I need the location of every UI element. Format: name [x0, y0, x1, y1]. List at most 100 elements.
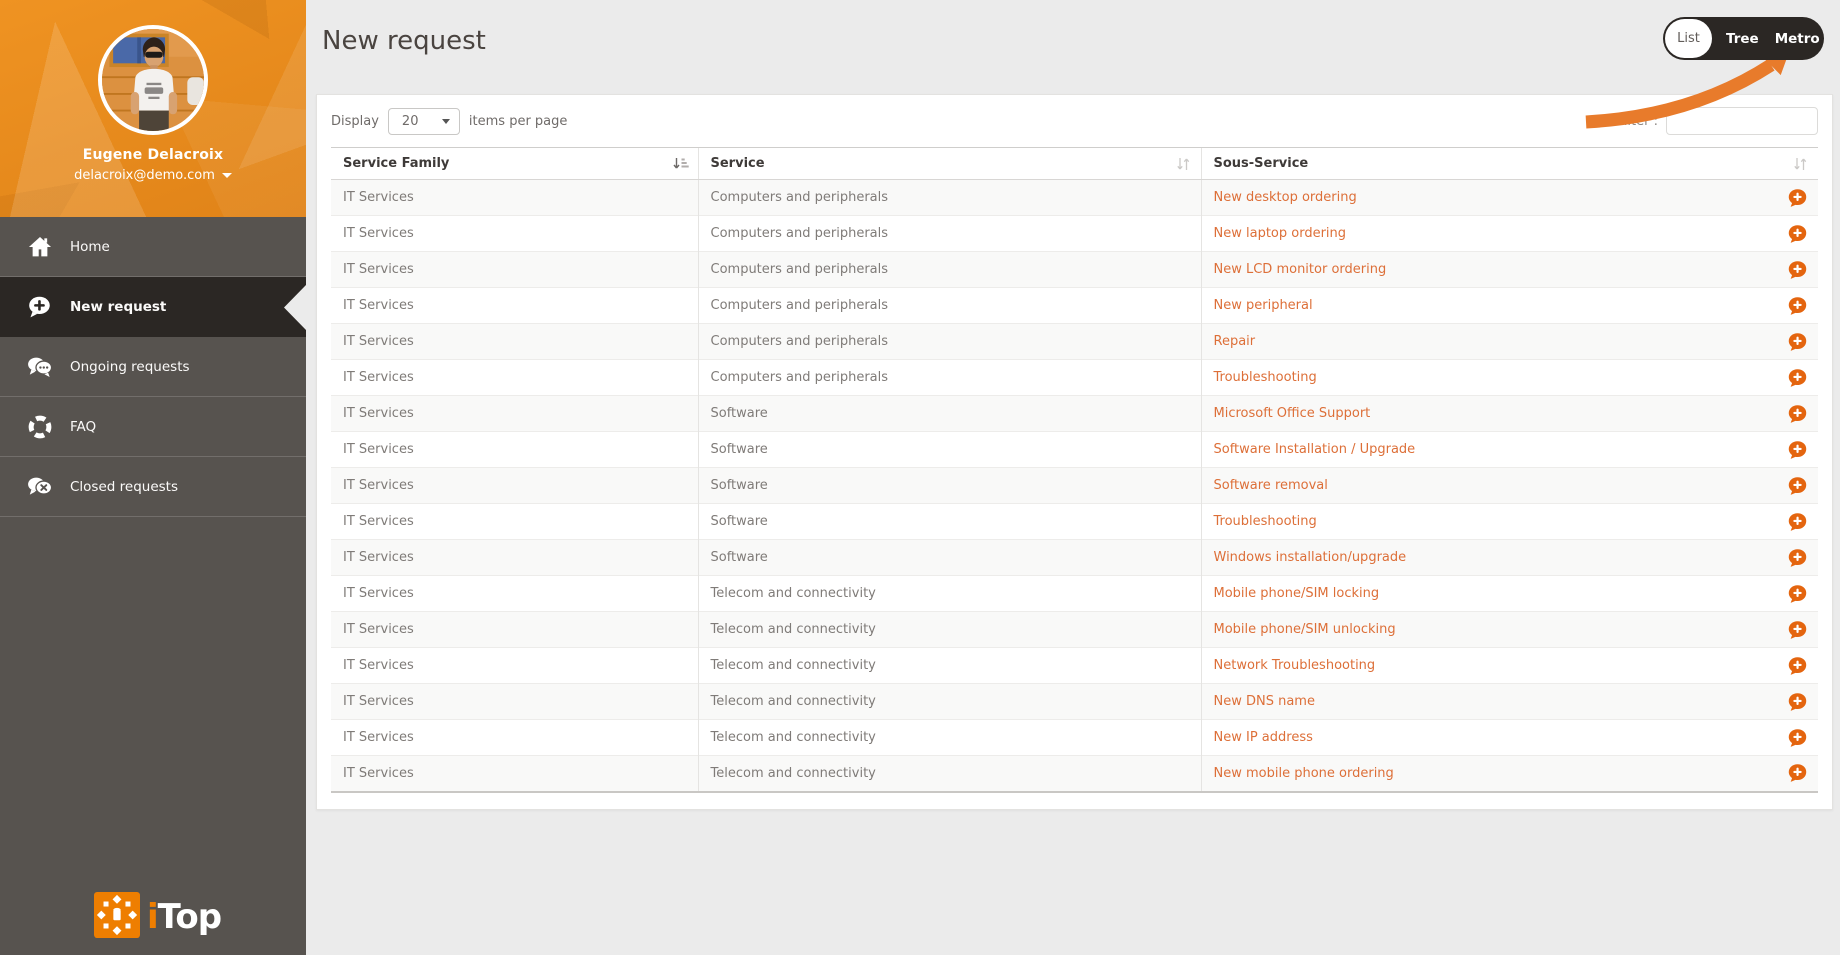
sous-service-link[interactable]: Software removal [1214, 478, 1328, 493]
cell-sous-service: New LCD monitor ordering [1201, 252, 1818, 288]
view-option-tree[interactable]: Tree [1726, 31, 1759, 47]
sort-asc-icon [672, 157, 689, 171]
new-request-bubble-icon[interactable] [1788, 332, 1807, 351]
table-row: IT ServicesSoftware Troubleshooting [331, 504, 1818, 540]
new-request-bubble-icon[interactable] [1788, 584, 1807, 603]
new-request-bubble-icon[interactable] [1788, 764, 1807, 783]
sous-service-link[interactable]: Troubleshooting [1214, 370, 1317, 385]
cell-service: Computers and peripherals [698, 180, 1201, 216]
sous-service-link[interactable]: New desktop ordering [1214, 190, 1357, 205]
table-row: IT ServicesTelecom and connectivityMobil… [331, 576, 1818, 612]
page-size-select[interactable]: 20 [388, 108, 460, 135]
sort-arrows-icon [1792, 157, 1809, 171]
new-request-bubble-icon[interactable] [1788, 260, 1807, 279]
sous-service-link[interactable]: Repair [1214, 334, 1256, 349]
chevron-down-icon [222, 173, 232, 178]
sidebar-item-ongoing-requests[interactable]: Ongoing requests [0, 337, 306, 397]
filter-input[interactable] [1666, 107, 1818, 135]
view-option-list[interactable]: List [1665, 19, 1712, 58]
column-header-sous-service[interactable]: Sous-Service [1201, 148, 1818, 180]
table-row: IT ServicesTelecom and connectivityNetwo… [331, 648, 1818, 684]
view-option-metro[interactable]: Metro [1775, 31, 1820, 47]
sous-service-link[interactable]: Software Installation / Upgrade [1214, 442, 1416, 457]
sous-service-link[interactable]: Troubleshooting [1214, 514, 1317, 529]
services-table: Service Family ServiceSous-Service IT Ser… [331, 147, 1818, 793]
sidebar-item-new-request[interactable]: New request [0, 277, 306, 337]
cell-sous-service: Mobile phone/SIM unlocking [1201, 612, 1818, 648]
faq-icon [27, 414, 53, 440]
cell-service-family: IT Services [331, 360, 698, 396]
chevron-down-icon [442, 119, 450, 124]
cell-sous-service: Troubleshooting [1201, 504, 1818, 540]
sous-service-link[interactable]: New LCD monitor ordering [1214, 262, 1387, 277]
sous-service-link[interactable]: New mobile phone ordering [1214, 766, 1394, 781]
sidebar-nav: Home New request Ongoing requests FAQ Closed… [0, 217, 306, 517]
column-header-label: Service Family [343, 156, 449, 171]
new-request-bubble-icon[interactable] [1788, 728, 1807, 747]
user-name: Eugene Delacroix [0, 147, 306, 163]
display-label: Display [331, 114, 379, 129]
home-icon [27, 234, 53, 260]
table-row: IT ServicesComputers and peripheralsNew … [331, 180, 1818, 216]
column-header-service[interactable]: Service [698, 148, 1201, 180]
sidebar-item-label: Home [70, 239, 110, 255]
table-row: IT ServicesSoftwareSoftware removal [331, 468, 1818, 504]
filter-label: filter : [1619, 114, 1658, 129]
new-request-bubble-icon[interactable] [1788, 368, 1807, 387]
page-title: New request [322, 26, 486, 56]
cell-service-family: IT Services [331, 648, 698, 684]
cell-service: Computers and peripherals [698, 360, 1201, 396]
new-request-bubble-icon[interactable] [1788, 296, 1807, 315]
cell-service-family: IT Services [331, 396, 698, 432]
cell-service-family: IT Services [331, 504, 698, 540]
itop-logo: iTop [94, 892, 221, 942]
sous-service-link[interactable]: Microsoft Office Support [1214, 406, 1371, 421]
sidebar-item-label: FAQ [70, 419, 96, 435]
new-request-bubble-icon[interactable] [1788, 620, 1807, 639]
cell-service: Software [698, 396, 1201, 432]
sous-service-link[interactable]: Mobile phone/SIM locking [1214, 586, 1380, 601]
column-header-service-family[interactable]: Service Family [331, 148, 698, 180]
user-menu[interactable]: delacroix@demo.com [74, 168, 232, 183]
sous-service-link[interactable]: New DNS name [1214, 694, 1315, 709]
new-request-bubble-icon[interactable] [1788, 512, 1807, 531]
sidebar-item-home[interactable]: Home [0, 217, 306, 277]
cell-service: Software [698, 504, 1201, 540]
avatar [98, 25, 208, 135]
cell-sous-service: Software Installation / Upgrade [1201, 432, 1818, 468]
cell-sous-service: New laptop ordering [1201, 216, 1818, 252]
sous-service-link[interactable]: New IP address [1214, 730, 1313, 745]
table-row: IT ServicesSoftware Microsoft Office Supp… [331, 396, 1818, 432]
cell-service-family: IT Services [331, 468, 698, 504]
new-request-bubble-icon[interactable] [1788, 548, 1807, 567]
items-per-page-label: items per page [469, 114, 567, 129]
cell-service: Telecom and connectivity [698, 756, 1201, 792]
new-request-bubble-icon[interactable] [1788, 656, 1807, 675]
cell-service-family: IT Services [331, 684, 698, 720]
cell-service-family: IT Services [331, 720, 698, 756]
cell-service-family: IT Services [331, 288, 698, 324]
table-row: IT ServicesSoftwareSoftware Installation… [331, 432, 1818, 468]
cell-sous-service: New peripheral [1201, 288, 1818, 324]
new-request-bubble-icon[interactable] [1788, 188, 1807, 207]
sidebar-item-faq[interactable]: FAQ [0, 397, 306, 457]
new-request-bubble-icon[interactable] [1788, 224, 1807, 243]
sous-service-link[interactable]: New laptop ordering [1214, 226, 1347, 241]
sous-service-link[interactable]: Network Troubleshooting [1214, 658, 1376, 673]
new-request-bubble-icon[interactable] [1788, 692, 1807, 711]
cell-sous-service: New DNS name [1201, 684, 1818, 720]
new-request-bubble-icon[interactable] [1788, 440, 1807, 459]
sidebar-item-label: New request [70, 299, 166, 315]
cell-sous-service: New mobile phone ordering [1201, 756, 1818, 792]
cell-service: Telecom and connectivity [698, 684, 1201, 720]
cell-service-family: IT Services [331, 324, 698, 360]
cell-service-family: IT Services [331, 756, 698, 792]
sous-service-link[interactable]: Mobile phone/SIM unlocking [1214, 622, 1396, 637]
sidebar-item-label: Ongoing requests [70, 359, 190, 375]
sous-service-link[interactable]: New peripheral [1214, 298, 1313, 313]
sidebar-item-closed-requests[interactable]: Closed requests [0, 457, 306, 517]
new-request-bubble-icon[interactable] [1788, 476, 1807, 495]
cell-service: Computers and peripherals [698, 216, 1201, 252]
new-request-bubble-icon[interactable] [1788, 404, 1807, 423]
sous-service-link[interactable]: Windows installation/upgrade [1214, 550, 1407, 565]
